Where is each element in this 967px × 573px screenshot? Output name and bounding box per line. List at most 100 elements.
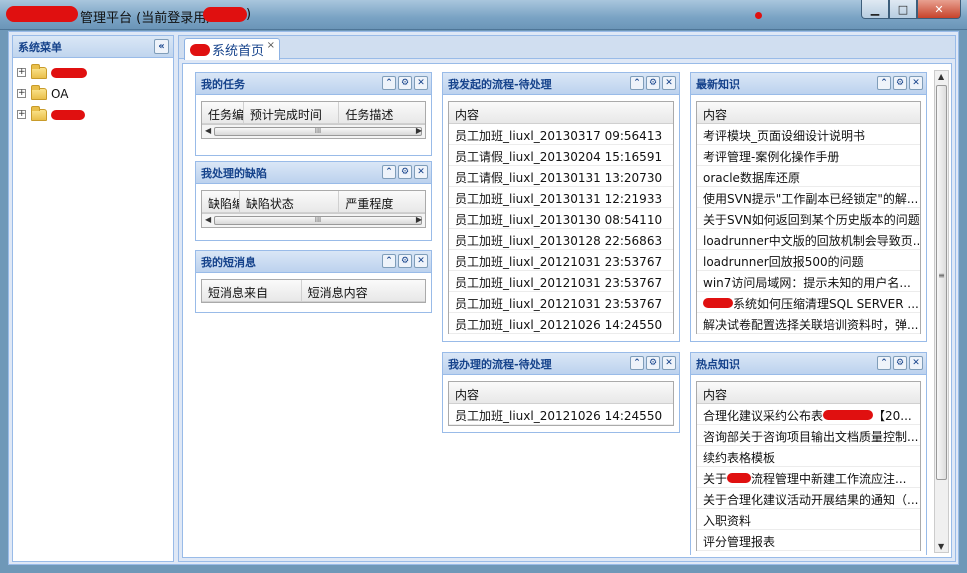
collapse-icon[interactable]: ⌃ (877, 356, 891, 370)
column-header[interactable]: 内容 (449, 382, 673, 403)
client-area: 系统菜单 « + + OA + 系统首页 × 我的任务 ⌃ ⚙ ✕ 任务编 预计… (8, 31, 959, 565)
tab-label: 系统首页 (212, 44, 265, 59)
table-row[interactable]: 员工加班_liuxl_20130128 22:56863 (449, 229, 673, 250)
table-row[interactable]: loadrunner回放报500的问题 (697, 250, 920, 271)
portlet-header: 热点知识 ⌃ ⚙ ✕ (691, 353, 926, 375)
close-window-button[interactable]: ✕ (917, 0, 961, 19)
column-header[interactable]: 内容 (449, 102, 673, 123)
close-icon[interactable]: ✕ (414, 76, 428, 90)
column-header[interactable]: 短消息来自 (202, 280, 302, 301)
column-header[interactable]: 缺陷编 (202, 191, 240, 212)
tab-close-icon[interactable]: × (267, 40, 275, 51)
gear-icon[interactable]: ⚙ (646, 356, 660, 370)
task-grid: 任务编 预计完成时间 任务描述 ◀ III ▶ (201, 101, 426, 139)
table-row[interactable]: 关于 流程管理中新建工作流应注... (697, 467, 920, 488)
row-text-tail: 【20... (873, 409, 912, 423)
tab-home[interactable]: 系统首页 × (184, 38, 280, 60)
close-icon[interactable]: ✕ (414, 165, 428, 179)
close-icon[interactable]: ✕ (909, 76, 923, 90)
maximize-button[interactable]: □ (889, 0, 917, 19)
gear-icon[interactable]: ⚙ (398, 254, 412, 268)
table-row[interactable]: 续约表格模板 (697, 446, 920, 467)
close-icon[interactable]: ✕ (414, 254, 428, 268)
table-row[interactable]: 员工加班_liuxl_20121031 23:53767 (449, 292, 673, 313)
expand-icon[interactable]: + (17, 89, 26, 98)
table-row[interactable]: 员工加班_liuxl_20130317 09:56413 (449, 124, 673, 145)
portlet-header: 我处理的缺陷 ⌃ ⚙ ✕ (196, 162, 431, 184)
column-header[interactable]: 内容 (697, 382, 920, 403)
portlet-title: 我办理的流程-待处理 (448, 357, 552, 371)
portlet-my-tasks: 我的任务 ⌃ ⚙ ✕ 任务编 预计完成时间 任务描述 ◀ III ▶ (195, 72, 432, 156)
collapse-icon[interactable]: ⌃ (630, 76, 644, 90)
portlet-header: 我发起的流程-待处理 ⌃ ⚙ ✕ (443, 73, 679, 95)
scroll-down-icon[interactable]: ▼ (938, 542, 944, 551)
column-header[interactable]: 预计完成时间 (244, 102, 340, 123)
close-icon[interactable]: ✕ (662, 76, 676, 90)
table-row[interactable]: 系统如何压缩清理SQL SERVER ... (697, 292, 920, 313)
grid-header: 内容 (449, 102, 673, 124)
scroll-thumb[interactable]: ≡ (936, 85, 947, 480)
table-row[interactable]: 员工加班_liuxl_20121026 14:24550 (449, 313, 673, 334)
defect-grid: 缺陷编 缺陷状态 严重程度 ◀ III ▶ (201, 190, 426, 228)
table-row[interactable]: 员工请假_liuxl_20130204 15:16591 (449, 145, 673, 166)
collapse-icon[interactable]: ⌃ (382, 76, 396, 90)
expand-icon[interactable]: + (17, 110, 26, 119)
table-row[interactable]: 考评管理-案例化操作手册 (697, 145, 920, 166)
table-row[interactable]: 关于合理化建议活动开展结果的通知（... (697, 488, 920, 509)
column-header[interactable]: 内容 (697, 102, 920, 123)
column-header[interactable]: 任务描述 (339, 102, 425, 123)
vertical-scrollbar[interactable]: ▲ ≡ ▼ (934, 70, 949, 553)
gear-icon[interactable]: ⚙ (398, 76, 412, 90)
horizontal-scrollbar[interactable]: ◀ III ▶ (202, 213, 425, 227)
table-row[interactable]: 合理化建议采约公布表 【20... (697, 404, 920, 425)
scroll-up-icon[interactable]: ▲ (938, 72, 944, 81)
table-row[interactable]: 员工加班_liuxl_20130130 08:54110 (449, 208, 673, 229)
initiated-grid: 内容 员工加班_liuxl_20130317 09:56413 员工请假_liu… (448, 101, 674, 334)
collapse-icon[interactable]: ⌃ (382, 254, 396, 268)
table-row[interactable]: loadrunner中文版的回放机制会导致页... (697, 229, 920, 250)
table-row[interactable]: oracle数据库还原 (697, 166, 920, 187)
table-row[interactable]: 员工加班_liuxl_20121031 23:53767 (449, 271, 673, 292)
portlet-title: 我的短消息 (201, 255, 256, 269)
expand-icon[interactable]: + (17, 68, 26, 77)
column-header[interactable]: 短消息内容 (302, 280, 425, 301)
gear-icon[interactable]: ⚙ (398, 165, 412, 179)
redacted-label (51, 109, 85, 120)
table-row[interactable]: 使用SVN提示"工作副本已经锁定"的解... (697, 187, 920, 208)
gear-icon[interactable]: ⚙ (893, 76, 907, 90)
collapse-icon[interactable]: ⌃ (630, 356, 644, 370)
gear-icon[interactable]: ⚙ (893, 356, 907, 370)
table-row[interactable]: 关于SVN如何返回到某个历史版本的问题 (697, 208, 920, 229)
folder-icon (31, 84, 47, 100)
window-titlebar[interactable]: 管理平台 (当前登录用户 ) ▁ □ ✕ (0, 0, 967, 30)
main-panel: 系统首页 × 我的任务 ⌃ ⚙ ✕ 任务编 预计完成时间 任务描述 ◀ III … (178, 35, 956, 562)
sidebar-collapse-button[interactable]: « (154, 39, 169, 54)
sidebar-header: 系统菜单 « (13, 36, 173, 58)
column-header[interactable]: 任务编 (202, 102, 244, 123)
table-row[interactable]: 考评模块_页面设细设计说明书 (697, 124, 920, 145)
table-row[interactable]: 员工加班_liuxl_20121031 23:53767 (449, 250, 673, 271)
minimize-button[interactable]: ▁ (861, 0, 889, 19)
table-row[interactable]: 入职资料 (697, 509, 920, 530)
table-row[interactable]: 评分管理报表 (697, 530, 920, 551)
gear-icon[interactable]: ⚙ (646, 76, 660, 90)
table-row[interactable]: 员工加班_liuxl_20130131 12:21933 (449, 187, 673, 208)
close-icon[interactable]: ✕ (662, 356, 676, 370)
portlet-header: 我的任务 ⌃ ⚙ ✕ (196, 73, 431, 95)
table-row[interactable]: win7访问局域网：提示未知的用户名... (697, 271, 920, 292)
latest-grid: 内容 考评模块_页面设细设计说明书 考评管理-案例化操作手册 oracle数据库… (696, 101, 921, 334)
tree-item-oa[interactable]: + OA (17, 83, 173, 104)
collapse-icon[interactable]: ⌃ (382, 165, 396, 179)
table-row[interactable]: 员工加班_liuxl_20121026 14:24550 (449, 404, 673, 425)
close-icon[interactable]: ✕ (909, 356, 923, 370)
tree-item-1[interactable]: + (17, 62, 173, 83)
tree-item-3[interactable]: + (17, 104, 173, 125)
collapse-icon[interactable]: ⌃ (877, 76, 891, 90)
table-row[interactable]: 员工请假_liuxl_20130131 13:20730 (449, 166, 673, 187)
horizontal-scrollbar[interactable]: ◀ III ▶ (202, 124, 425, 138)
portlet-handled-flows: 我办理的流程-待处理 ⌃ ⚙ ✕ 内容 员工加班_liuxl_20121026 … (442, 352, 680, 433)
column-header[interactable]: 缺陷状态 (240, 191, 340, 212)
table-row[interactable]: 解决试卷配置选择关联培训资料时，弹... (697, 313, 920, 334)
column-header[interactable]: 严重程度 (339, 191, 425, 212)
table-row[interactable]: 咨询部关于咨询项目输出文档质量控制... (697, 425, 920, 446)
